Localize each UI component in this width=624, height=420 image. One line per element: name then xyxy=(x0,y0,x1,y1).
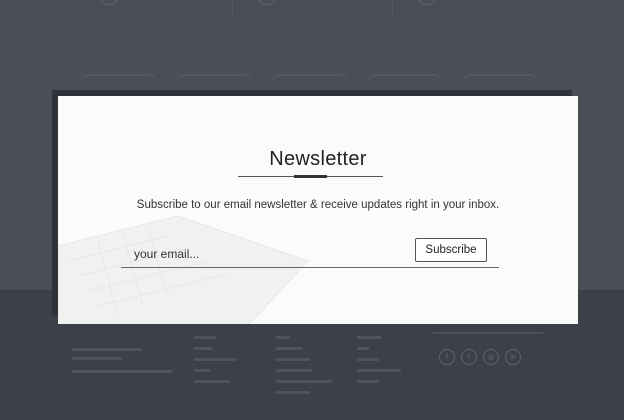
divider xyxy=(392,0,393,20)
modal-description: Subscribe to our email newsletter & rece… xyxy=(136,199,500,211)
subscribe-button[interactable]: Subscribe xyxy=(415,238,487,262)
twitter-icon[interactable]: t xyxy=(461,349,477,365)
feature-icon xyxy=(258,0,276,5)
feature-icon xyxy=(100,0,118,5)
footer-links-column xyxy=(357,334,417,383)
instagram-icon[interactable]: ◎ xyxy=(483,349,499,365)
footer-contact-column xyxy=(72,334,182,373)
title-accent-bar xyxy=(294,175,327,178)
footer-links-column xyxy=(194,334,254,383)
divider xyxy=(232,0,233,20)
social-links: f t ◎ in xyxy=(439,349,521,365)
newsletter-modal: Newsletter Subscribe to our email newsle… xyxy=(58,96,578,324)
feature-icon xyxy=(418,0,436,5)
facebook-icon[interactable]: f xyxy=(439,349,455,365)
linkedin-icon[interactable]: in xyxy=(505,349,521,365)
footer-links-column xyxy=(276,334,346,394)
modal-title: Newsletter xyxy=(269,148,367,170)
